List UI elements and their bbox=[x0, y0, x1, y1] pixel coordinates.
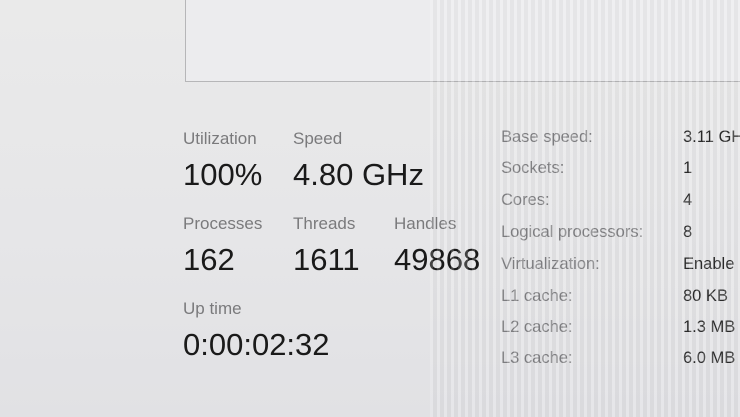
threads-stat: Threads 1611 bbox=[293, 214, 360, 278]
spec-key: Virtualization: bbox=[501, 255, 600, 273]
spec-row-logical-processors: Logical processors: 8 bbox=[501, 223, 740, 245]
spec-value: 1.3 MB bbox=[683, 318, 736, 336]
uptime-label: Up time bbox=[183, 299, 242, 318]
speed-label: Speed bbox=[293, 129, 343, 148]
spec-value: Enable bbox=[683, 255, 735, 273]
spec-key: Sockets: bbox=[501, 159, 565, 177]
handles-label: Handles bbox=[394, 214, 457, 233]
processes-value: 162 bbox=[183, 242, 235, 277]
spec-key: Logical processors: bbox=[501, 223, 644, 241]
spec-value: 6.0 MB bbox=[683, 349, 736, 367]
spec-row-l1-cache: L1 cache: 80 KB bbox=[501, 287, 740, 309]
spec-row-l2-cache: L2 cache: 1.3 MB bbox=[501, 318, 740, 340]
utilization-label: Utilization bbox=[183, 129, 257, 148]
cpu-usage-graph bbox=[185, 0, 740, 82]
spec-row-cores: Cores: 4 bbox=[501, 191, 740, 213]
handles-value: 49868 bbox=[394, 242, 481, 277]
spec-key: L1 cache: bbox=[501, 287, 573, 305]
spec-value: 4 bbox=[683, 191, 693, 209]
spec-value: 8 bbox=[683, 223, 693, 241]
utilization-stat: Utilization 100% bbox=[183, 129, 262, 193]
spec-key: Base speed: bbox=[501, 128, 593, 146]
spec-row-sockets: Sockets: 1 bbox=[501, 159, 740, 181]
spec-key: L2 cache: bbox=[501, 318, 573, 336]
spec-value: 3.11 GH bbox=[683, 128, 740, 146]
spec-row-virtualization: Virtualization: Enable bbox=[501, 255, 740, 277]
threads-label: Threads bbox=[293, 214, 356, 233]
spec-row-l3-cache: L3 cache: 6.0 MB bbox=[501, 349, 740, 371]
handles-stat: Handles 49868 bbox=[394, 214, 480, 278]
threads-value: 1611 bbox=[293, 242, 360, 277]
utilization-value: 100% bbox=[183, 157, 263, 192]
spec-row-base-speed: Base speed: 3.11 GH bbox=[501, 128, 740, 150]
uptime-stat: Up time 0:00:02:32 bbox=[183, 299, 330, 363]
processes-label: Processes bbox=[183, 214, 263, 233]
speed-value: 4.80 GHz bbox=[293, 157, 424, 192]
speed-stat: Speed 4.80 GHz bbox=[293, 129, 424, 193]
processes-stat: Processes 162 bbox=[183, 214, 262, 278]
spec-value: 80 KB bbox=[683, 287, 728, 305]
uptime-value: 0:00:02:32 bbox=[183, 327, 330, 362]
spec-key: L3 cache: bbox=[501, 349, 573, 367]
spec-key: Cores: bbox=[501, 191, 550, 209]
spec-value: 1 bbox=[683, 159, 693, 177]
